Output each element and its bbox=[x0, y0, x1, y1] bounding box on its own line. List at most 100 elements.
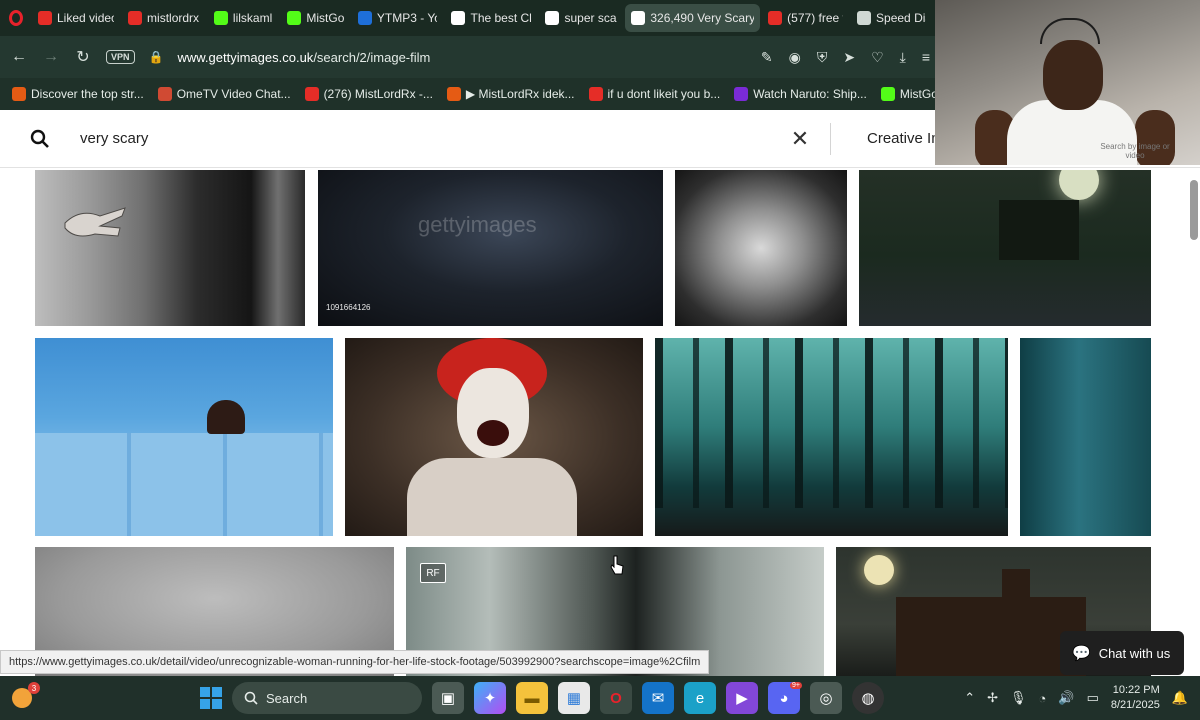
bookmark-discover-icon bbox=[12, 87, 26, 101]
bookmark-kick-icon bbox=[880, 87, 895, 101]
tab-2[interactable]: lilskamliv bbox=[208, 4, 279, 32]
opera-taskbar-icon[interactable]: O bbox=[600, 682, 632, 714]
opera-menu-icon[interactable] bbox=[0, 0, 32, 36]
heart-icon[interactable]: ♡ bbox=[871, 49, 884, 66]
ytmp3-icon bbox=[357, 11, 372, 25]
clown-body bbox=[407, 458, 577, 536]
copilot-icon[interactable]: ✦ bbox=[474, 682, 506, 714]
back-icon[interactable]: ← bbox=[10, 48, 28, 66]
bookmark-youtube-icon bbox=[304, 87, 319, 101]
house-tower-shape bbox=[1002, 569, 1030, 609]
file-explorer-icon[interactable]: ▬ bbox=[516, 682, 548, 714]
tab-label: The best Cha bbox=[470, 11, 531, 25]
visual-search-label[interactable]: Search by image or video bbox=[1100, 142, 1170, 160]
edit-icon[interactable]: ✎ bbox=[761, 49, 773, 66]
hand-shape bbox=[64, 207, 126, 237]
forward-icon[interactable]: → bbox=[42, 48, 60, 66]
image-result-wall-hand[interactable] bbox=[35, 170, 305, 326]
taskbar-search-label: Search bbox=[266, 690, 308, 706]
bookmark-5[interactable]: Watch Naruto: Ship... bbox=[734, 87, 867, 101]
bookmark-4[interactable]: if u dont likeit you b... bbox=[588, 87, 720, 101]
image-result-haunted-castle[interactable] bbox=[859, 170, 1151, 326]
bookmark-2[interactable]: (276) MistLordRx -... bbox=[304, 87, 433, 101]
weather-widget[interactable]: 3 bbox=[0, 676, 44, 720]
cubicle-panels bbox=[35, 433, 333, 536]
chat-with-us-button[interactable]: 💬 Chat with us bbox=[1060, 631, 1184, 675]
tab-7[interactable]: 326,490 Very Scary St bbox=[625, 4, 761, 32]
taskbar-clock[interactable]: 10:22 PM 8/21/2025 bbox=[1111, 683, 1160, 713]
moon-shape bbox=[1059, 170, 1099, 200]
shield-icon[interactable]: ⛨ bbox=[817, 49, 828, 66]
taskbar-search[interactable]: Search bbox=[232, 682, 422, 714]
edge-icon[interactable]: e bbox=[684, 682, 716, 714]
vpn-badge[interactable]: VPN bbox=[106, 50, 135, 64]
clear-search-icon[interactable]: ✕ bbox=[770, 126, 830, 152]
kick-icon bbox=[287, 11, 302, 25]
tab-8[interactable]: (577) free fo bbox=[762, 4, 849, 32]
image-result-ghost-hands[interactable] bbox=[675, 170, 847, 326]
bookmark-opera-icon bbox=[588, 87, 603, 101]
discord-badge: 9+ bbox=[790, 682, 802, 689]
bookmark-ometv-icon bbox=[157, 87, 172, 101]
discord-icon[interactable]: ◕ 9+ bbox=[768, 682, 802, 714]
search-icon[interactable] bbox=[0, 129, 80, 149]
bookmark-0[interactable]: Discover the top str... bbox=[12, 87, 144, 101]
tab-label: super scary bbox=[564, 11, 617, 25]
bookmark-3[interactable]: ▶ MistLordRx idek... bbox=[446, 87, 575, 101]
house-shape bbox=[896, 597, 1086, 676]
image-result-dark-forest[interactable] bbox=[655, 338, 1008, 536]
youtube-icon bbox=[38, 11, 52, 25]
microphone-icon[interactable]: 🎙 bbox=[1010, 690, 1027, 706]
url-field[interactable]: www.gettyimages.co.uk/search/2/image-fil… bbox=[177, 50, 430, 65]
page-scrollbar[interactable] bbox=[1190, 180, 1198, 240]
notification-bell-icon[interactable]: 🔔 bbox=[1172, 690, 1188, 706]
tab-5[interactable]: The best Cha bbox=[445, 4, 537, 32]
castle-shape bbox=[999, 200, 1079, 260]
wifi-icon[interactable]: ◔ bbox=[1039, 691, 1047, 706]
tab-9[interactable]: Speed Dial bbox=[851, 4, 932, 32]
bookmark-discover-icon bbox=[446, 87, 461, 101]
send-icon[interactable]: ➤ bbox=[843, 49, 855, 66]
cursor-hand-icon bbox=[610, 555, 624, 575]
image-result-office-cubicle[interactable] bbox=[35, 338, 333, 536]
camera-icon[interactable]: ◉ bbox=[789, 49, 801, 66]
tab-1[interactable]: mistlordrx p bbox=[122, 4, 206, 32]
microsoft-store-icon[interactable]: ▦ bbox=[558, 682, 590, 714]
obs-icon[interactable]: ◍ bbox=[852, 682, 884, 714]
tab-label: mistlordrx p bbox=[147, 11, 200, 25]
battery-icon[interactable]: ▭ bbox=[1087, 690, 1099, 706]
tab-3[interactable]: MistGod bbox=[281, 4, 350, 32]
lock-icon[interactable]: 🔒 bbox=[149, 50, 164, 64]
task-view-icon[interactable]: ▣ bbox=[432, 682, 464, 714]
search-input[interactable] bbox=[80, 130, 770, 147]
reload-icon[interactable]: ↻ bbox=[74, 47, 92, 67]
volume-icon[interactable]: 🔊 bbox=[1058, 690, 1074, 706]
outlook-icon[interactable]: ✉ bbox=[642, 682, 674, 714]
webcam-overlay: Search by image or video bbox=[935, 0, 1200, 165]
media-app-icon[interactable]: ▶ bbox=[726, 682, 758, 714]
bookmark-1[interactable]: OmeTV Video Chat... bbox=[157, 87, 291, 101]
tab-0[interactable]: Liked videos bbox=[32, 4, 120, 32]
download-icon[interactable]: ⤓ bbox=[900, 49, 906, 66]
bookmark-label: ▶ MistLordRx idek... bbox=[465, 87, 575, 101]
camera-app-icon[interactable]: ◎ bbox=[810, 682, 842, 714]
tray-app-icon[interactable]: ✢ bbox=[987, 690, 998, 706]
tab-6[interactable]: super scary bbox=[539, 4, 623, 32]
windows-taskbar: 3 Search ▣ ✦ ▬ ▦ O ✉ e ▶ ◕ 9+ ◎ ◍ ⌃ ✢ 🎙 ◔… bbox=[0, 676, 1200, 720]
tab-4[interactable]: YTMP3 - You bbox=[352, 4, 444, 32]
bookmark-naruto-icon bbox=[734, 87, 749, 101]
gettyimages-watermark: gettyimages bbox=[418, 212, 537, 237]
image-result-dark-face[interactable]: gettyimages 1091664126 bbox=[318, 170, 663, 326]
full-moon-shape bbox=[864, 555, 894, 585]
tab-label: YTMP3 - You bbox=[376, 11, 438, 25]
clock-date: 8/21/2025 bbox=[1110, 699, 1160, 711]
menu-icon[interactable]: ≡ bbox=[922, 49, 930, 66]
peeking-woman-shape bbox=[207, 400, 245, 434]
image-id-label: 1091664126 bbox=[326, 303, 371, 312]
url-path: /search/2/image-film bbox=[313, 49, 431, 65]
windows-start-icon[interactable] bbox=[200, 687, 222, 709]
image-result-scary-clown[interactable] bbox=[345, 338, 643, 536]
clown-mouth bbox=[477, 420, 509, 446]
show-hidden-icons-icon[interactable]: ⌃ bbox=[964, 690, 975, 706]
image-result-teal-figure[interactable] bbox=[1020, 338, 1151, 536]
